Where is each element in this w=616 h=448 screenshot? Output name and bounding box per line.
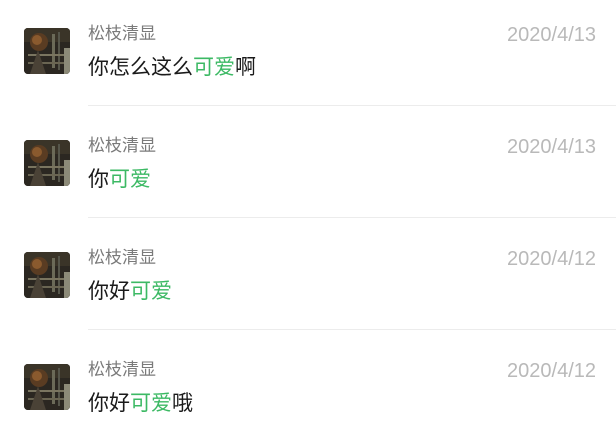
message-text: 你好可爱 bbox=[88, 276, 172, 306]
sender-name: 松枝清显 bbox=[88, 248, 156, 268]
message-text: 你怎么这么可爱啊 bbox=[88, 52, 256, 82]
message-text-after: 啊 bbox=[235, 55, 256, 79]
search-results-list: 松枝清显 2020/4/13 你怎么这么可爱啊 松枝清显 2020/4/13 你… bbox=[0, 0, 616, 424]
message-result-item[interactable]: 松枝清显 2020/4/12 你好可爱 bbox=[0, 224, 616, 336]
avatar-photo-icon bbox=[24, 140, 70, 186]
message-text: 你可爱 bbox=[88, 164, 151, 194]
avatar[interactable] bbox=[24, 364, 70, 410]
avatar[interactable] bbox=[24, 252, 70, 298]
message-text-before: 你怎么这么 bbox=[88, 55, 193, 79]
message-text: 你好可爱哦 bbox=[88, 388, 193, 418]
message-date: 2020/4/12 bbox=[507, 248, 596, 270]
message-text-after: 哦 bbox=[172, 391, 193, 415]
avatar-photo-icon bbox=[24, 364, 70, 410]
divider bbox=[88, 329, 616, 330]
message-text-before: 你好 bbox=[88, 391, 130, 415]
message-result-item[interactable]: 松枝清显 2020/4/12 你好可爱哦 bbox=[0, 336, 616, 448]
message-text-before: 你好 bbox=[88, 279, 130, 303]
message-result-item[interactable]: 松枝清显 2020/4/13 你怎么这么可爱啊 bbox=[0, 0, 616, 112]
sender-name: 松枝清显 bbox=[88, 136, 156, 156]
sender-name: 松枝清显 bbox=[88, 360, 156, 380]
search-keyword-highlight: 可爱 bbox=[109, 167, 151, 191]
divider bbox=[88, 217, 616, 218]
divider bbox=[88, 105, 616, 106]
sender-name: 松枝清显 bbox=[88, 24, 156, 44]
search-keyword-highlight: 可爱 bbox=[130, 391, 172, 415]
message-result-item[interactable]: 松枝清显 2020/4/13 你可爱 bbox=[0, 112, 616, 224]
avatar[interactable] bbox=[24, 28, 70, 74]
search-keyword-highlight: 可爱 bbox=[130, 279, 172, 303]
message-date: 2020/4/13 bbox=[507, 24, 596, 46]
avatar[interactable] bbox=[24, 140, 70, 186]
avatar-photo-icon bbox=[24, 252, 70, 298]
search-keyword-highlight: 可爱 bbox=[193, 55, 235, 79]
message-date: 2020/4/13 bbox=[507, 136, 596, 158]
message-date: 2020/4/12 bbox=[507, 360, 596, 382]
message-text-before: 你 bbox=[88, 167, 109, 191]
avatar-photo-icon bbox=[24, 28, 70, 74]
